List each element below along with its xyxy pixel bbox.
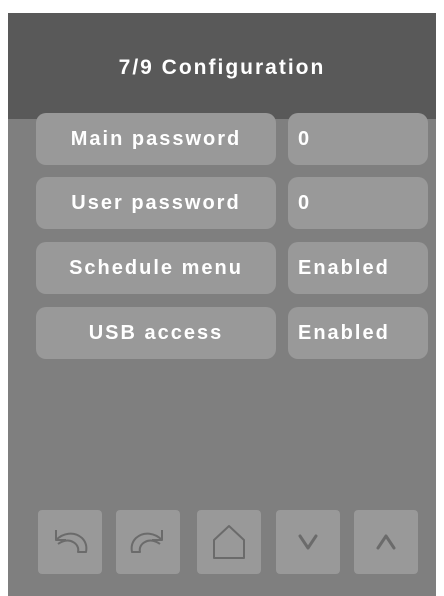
device-screen: 7/9 Configuration Main password 0 User p… xyxy=(8,13,436,596)
setting-row-user-password: User password 0 xyxy=(36,177,428,229)
header-bar: 7/9 Configuration xyxy=(8,13,436,119)
user-password-value-button[interactable]: 0 xyxy=(288,177,428,229)
user-password-button[interactable]: User password xyxy=(36,177,276,229)
chevron-down-icon xyxy=(298,534,318,550)
page-title: 7/9 Configuration xyxy=(118,56,326,79)
schedule-menu-value-button[interactable]: Enabled xyxy=(288,242,428,294)
redo-icon xyxy=(130,530,163,553)
scroll-down-button[interactable] xyxy=(276,510,340,574)
undo-button[interactable] xyxy=(38,510,102,574)
redo-button[interactable] xyxy=(116,510,180,574)
main-password-button[interactable]: Main password xyxy=(36,113,276,165)
setting-row-main-password: Main password 0 xyxy=(36,113,428,165)
usb-access-button[interactable]: USB access xyxy=(36,307,276,359)
home-icon xyxy=(213,525,245,559)
home-button[interactable] xyxy=(197,510,261,574)
scroll-up-button[interactable] xyxy=(354,510,418,574)
usb-access-value-button[interactable]: Enabled xyxy=(288,307,428,359)
chevron-up-icon xyxy=(376,534,396,550)
setting-row-schedule-menu: Schedule menu Enabled xyxy=(36,242,428,294)
main-password-value-button[interactable]: 0 xyxy=(288,113,428,165)
undo-icon xyxy=(55,530,88,553)
schedule-menu-button[interactable]: Schedule menu xyxy=(36,242,276,294)
setting-row-usb-access: USB access Enabled xyxy=(36,307,428,359)
